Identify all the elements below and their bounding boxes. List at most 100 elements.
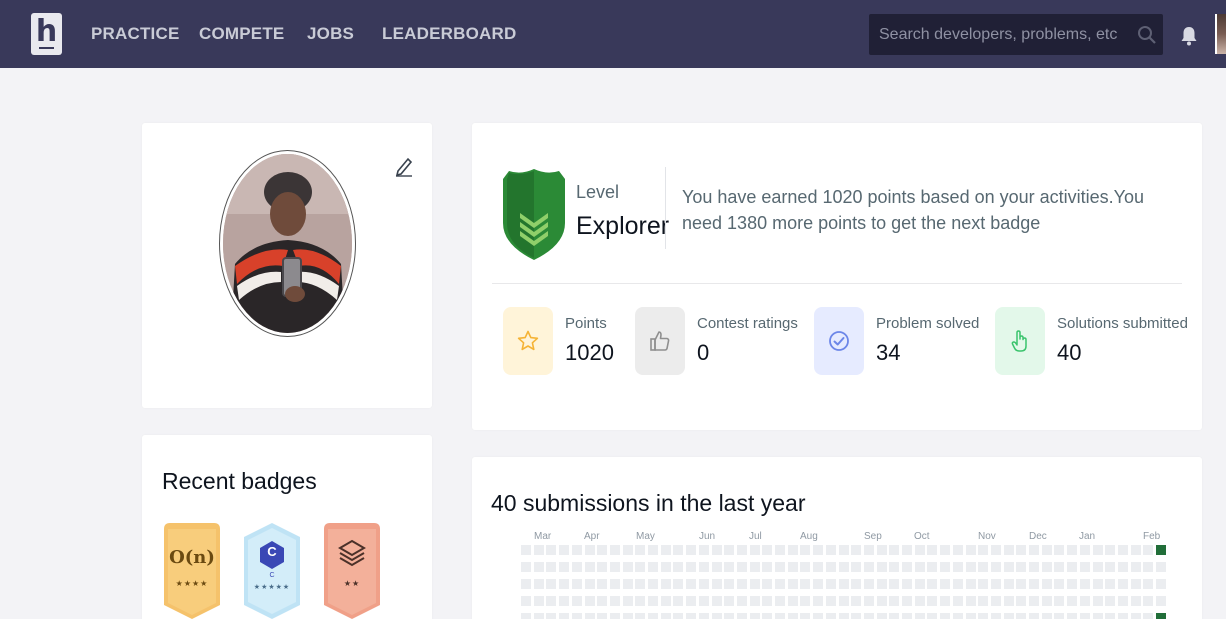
activity-cell[interactable] [990, 545, 1001, 555]
activity-cell[interactable] [800, 613, 811, 619]
activity-cell[interactable] [889, 562, 900, 572]
activity-cell[interactable] [902, 579, 912, 589]
activity-cell[interactable] [660, 545, 671, 555]
activity-cell[interactable] [1079, 596, 1090, 606]
activity-cell[interactable] [622, 545, 633, 555]
activity-cell[interactable] [521, 562, 531, 572]
badge-data-structures[interactable]: ★★ [322, 523, 382, 619]
activity-cell[interactable] [571, 545, 582, 555]
activity-cell[interactable] [1143, 596, 1154, 606]
activity-cell[interactable] [1016, 545, 1027, 555]
activity-cell[interactable] [990, 579, 1001, 589]
activity-cell[interactable] [521, 545, 531, 555]
activity-cell[interactable] [546, 579, 557, 589]
activity-cell[interactable] [825, 579, 836, 589]
activity-cell[interactable] [1003, 613, 1014, 619]
activity-cell[interactable] [902, 545, 912, 555]
activity-cell[interactable] [1156, 596, 1166, 606]
activity-cell[interactable] [1130, 596, 1141, 606]
activity-cell[interactable] [927, 545, 938, 555]
activity-cell[interactable] [686, 545, 697, 555]
activity-cell[interactable] [571, 562, 582, 572]
activity-cell[interactable] [914, 613, 925, 619]
activity-cell[interactable] [990, 596, 1001, 606]
search-icon[interactable] [1137, 25, 1157, 45]
activity-cell[interactable] [1092, 613, 1103, 619]
activity-cell[interactable] [686, 562, 697, 572]
activity-cell[interactable] [863, 596, 874, 606]
activity-cell[interactable] [1041, 562, 1052, 572]
activity-cell[interactable] [940, 613, 951, 619]
activity-cell[interactable] [876, 596, 887, 606]
activity-cell[interactable] [902, 562, 912, 572]
activity-cell[interactable] [648, 545, 658, 555]
activity-cell[interactable] [584, 562, 595, 572]
activity-cell[interactable] [698, 562, 709, 572]
activity-cell[interactable] [686, 596, 697, 606]
activity-cell[interactable] [749, 545, 760, 555]
activity-cell[interactable] [622, 613, 633, 619]
activity-cell[interactable] [1117, 596, 1128, 606]
activity-cell[interactable] [940, 596, 951, 606]
activity-cell[interactable] [698, 545, 709, 555]
activity-cell[interactable] [686, 579, 697, 589]
activity-cell[interactable] [660, 562, 671, 572]
activity-cell[interactable] [736, 562, 747, 572]
activity-cell[interactable] [1003, 562, 1014, 572]
activity-cell[interactable] [1130, 579, 1141, 589]
activity-cell[interactable] [914, 596, 925, 606]
activity-cell[interactable] [660, 613, 671, 619]
activity-cell[interactable] [724, 613, 735, 619]
activity-cell[interactable] [851, 579, 862, 589]
activity-cell[interactable] [1092, 579, 1103, 589]
activity-cell[interactable] [1003, 596, 1014, 606]
activity-cell[interactable] [648, 562, 658, 572]
activity-cell[interactable] [673, 545, 684, 555]
activity-cell[interactable] [952, 545, 963, 555]
activity-cell[interactable] [800, 596, 811, 606]
activity-cell[interactable] [978, 545, 989, 555]
activity-cell[interactable] [673, 562, 684, 572]
activity-cell[interactable] [927, 613, 938, 619]
activity-cell[interactable] [609, 613, 620, 619]
activity-cell[interactable] [1054, 545, 1065, 555]
activity-cell[interactable] [698, 596, 709, 606]
activity-cell[interactable] [533, 613, 544, 619]
activity-cell[interactable] [698, 579, 709, 589]
activity-cell[interactable] [1105, 613, 1116, 619]
activity-cell[interactable] [533, 562, 544, 572]
activity-cell[interactable] [521, 613, 531, 619]
activity-cell[interactable] [559, 613, 570, 619]
activity-cell[interactable] [851, 596, 862, 606]
activity-cell[interactable] [775, 613, 785, 619]
activity-cell[interactable] [902, 613, 912, 619]
activity-cell[interactable] [584, 579, 595, 589]
activity-cell[interactable] [813, 562, 824, 572]
activity-cell[interactable] [889, 545, 900, 555]
activity-cell[interactable] [876, 545, 887, 555]
activity-cell[interactable] [825, 545, 836, 555]
activity-cell[interactable] [749, 579, 760, 589]
activity-cell[interactable] [1067, 562, 1078, 572]
nav-compete[interactable]: COMPETE [199, 24, 284, 44]
activity-cell[interactable] [952, 579, 963, 589]
activity-cell[interactable] [1016, 596, 1027, 606]
activity-cell[interactable] [940, 562, 951, 572]
activity-cell[interactable] [749, 596, 760, 606]
search-input[interactable] [869, 14, 1129, 55]
activity-cell[interactable] [965, 562, 976, 572]
activity-cell[interactable] [711, 613, 722, 619]
activity-cell[interactable] [952, 613, 963, 619]
activity-cell[interactable] [1130, 562, 1141, 572]
activity-cell[interactable] [851, 613, 862, 619]
activity-cell[interactable] [863, 613, 874, 619]
activity-cell[interactable] [584, 545, 595, 555]
activity-cell[interactable] [648, 613, 658, 619]
activity-cell[interactable] [787, 579, 798, 589]
activity-cell[interactable] [1029, 613, 1039, 619]
activity-cell[interactable] [1067, 596, 1078, 606]
activity-cell[interactable] [775, 545, 785, 555]
nav-jobs[interactable]: JOBS [307, 24, 354, 44]
activity-cell[interactable] [978, 613, 989, 619]
activity-cell[interactable] [914, 579, 925, 589]
